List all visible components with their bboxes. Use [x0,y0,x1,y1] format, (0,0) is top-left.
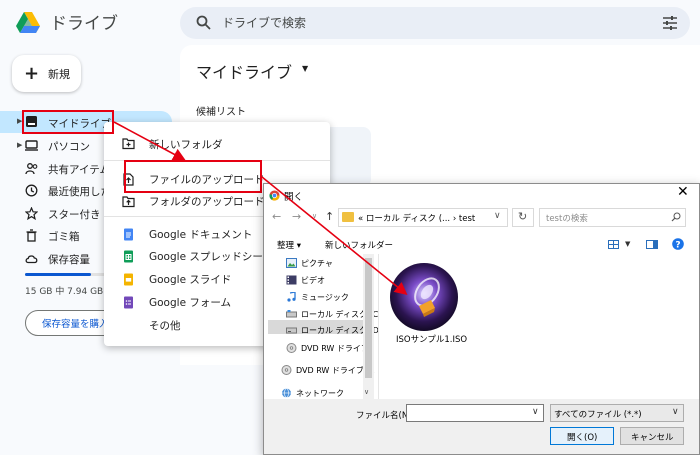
file-name-label: ISOサンプル1.ISO [396,335,468,345]
cancel-button-label: キャンセル [631,433,674,443]
view-options-icon[interactable] [608,240,619,249]
sidebar-item-computers[interactable]: パソコン [48,139,90,154]
search-placeholder: testの検索 [546,214,588,224]
chevron-down-icon[interactable]: ▼ [625,240,630,248]
candidate-list-heading: 候補リスト [196,107,246,118]
plus-icon: + [24,63,40,84]
videos-icon [286,275,297,285]
forms-icon [124,296,133,309]
sidebar-item-recent[interactable]: 最近使用した [48,184,111,199]
open-button-label: 開く(O) [567,433,598,443]
cloud-icon [25,255,38,264]
trash-icon [26,229,37,242]
menu-item-google-docs[interactable]: Google ドキュメント [149,227,252,242]
search-input[interactable]: ドライブで検索 [222,14,306,31]
scroll-down-arrow-icon[interactable]: ∨ [364,388,369,396]
annotation-box-file-upload [124,160,262,193]
svg-text:?: ? [675,240,680,250]
breadcrumb[interactable]: « ローカル ディスク (... › test [358,212,475,224]
google-drive-logo-icon [16,12,40,33]
page-title[interactable]: マイドライブ [196,59,292,83]
forward-arrow-icon[interactable]: → [292,210,301,223]
chevron-down-icon[interactable]: ∨ [494,211,501,221]
new-button[interactable] [12,55,81,92]
tree-item-pictures[interactable]: ピクチャ [301,258,333,269]
folder-icon [342,212,354,222]
menu-item-google-forms[interactable]: Google フォーム [149,295,231,310]
docs-icon [124,228,133,241]
network-icon [282,388,291,398]
sidebar-item-storage[interactable]: 保存容量 [48,252,90,267]
menu-item-google-sheets[interactable]: Google スプレッドシート [149,249,273,264]
folder-upload-icon [122,196,135,208]
expand-arrow-icon[interactable]: ▶ [17,141,22,149]
disk-icon [286,310,297,318]
shared-icon [25,163,38,175]
menu-item-folder-upload[interactable]: フォルダのアップロード [149,194,265,209]
search-icon [671,212,681,222]
new-folder-icon [122,138,135,150]
search-icon [196,15,211,30]
back-arrow-icon[interactable]: ← [272,210,281,223]
tree-item-network[interactable]: ネットワーク [296,388,344,399]
disk-icon [286,327,297,334]
slides-icon [124,273,133,286]
chevron-down-icon[interactable]: ∨ [532,407,539,417]
pane-divider[interactable] [378,254,379,399]
iso-file-icon[interactable] [389,262,459,332]
sheets-icon [124,250,133,263]
close-icon[interactable]: ✕ [677,184,689,200]
search-options-icon[interactable] [662,15,678,31]
preview-pane-icon[interactable] [646,240,658,249]
computer-icon [25,140,38,151]
music-icon [287,292,296,302]
sidebar-item-trash[interactable]: ゴミ箱 [48,229,80,244]
storage-bar-fill [25,273,91,276]
file-type-value: すべてのファイル (*.*) [554,410,642,420]
help-icon[interactable]: ? [672,238,684,250]
chevron-down-icon[interactable]: ∨ [672,407,679,417]
sidebar-item-shared[interactable]: 共有アイテム [48,162,110,177]
sidebar-item-starred[interactable]: スター付き [48,207,101,222]
star-icon [25,207,38,220]
dialog-title: 開く [284,192,304,203]
scrollbar-thumb[interactable] [365,258,372,378]
refresh-icon: ↻ [518,210,528,223]
chrome-icon [269,190,280,201]
menu-item-more[interactable]: その他 [149,318,181,333]
buy-storage-label: 保存容量を購入 [42,319,109,330]
pictures-icon [286,258,297,268]
storage-usage-text: 15 GB 中 7.94 GB を [25,287,116,297]
menu-item-new-folder[interactable]: 新しいフォルダ [149,137,223,152]
up-arrow-icon[interactable]: ↑ [325,210,334,223]
new-button-label: 新規 [48,68,70,81]
chevron-down-icon[interactable]: ▼ [302,64,308,73]
tree-item-videos[interactable]: ビデオ [301,275,325,286]
filename-input[interactable] [406,404,544,422]
app-title: ドライブ [50,14,118,34]
recent-icon [25,184,38,197]
chevron-down-icon[interactable]: ∨ [312,212,317,220]
new-folder-button[interactable]: 新しいフォルダー [325,239,393,251]
annotation-box-my-drive [22,110,114,134]
dvd-icon [286,343,297,353]
organize-menu[interactable]: 整理 ▾ [277,239,301,251]
tree-item-music[interactable]: ミュージック [301,292,349,303]
menu-item-google-slides[interactable]: Google スライド [149,272,231,287]
dvd-icon [281,365,292,375]
